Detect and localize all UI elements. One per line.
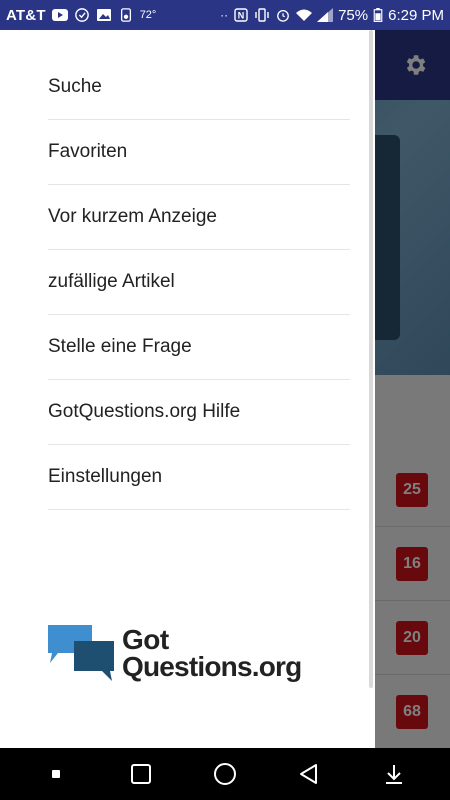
status-bar: AT&T 72° ·· N 75% 6:29 PM [0,0,450,30]
battery-icon [373,8,383,22]
menu-item-search[interactable]: Suche [48,55,350,120]
circle-icon [213,763,236,785]
menu-item-recently-viewed[interactable]: Vor kurzem Anzeige [48,185,350,250]
menu-item-settings[interactable]: Einstellungen [48,445,350,510]
menu-item-ask-question[interactable]: Stelle eine Frage [48,315,350,380]
logo-wordmark: Got Questions.org [122,624,302,682]
dot-icon [52,770,61,778]
battery-percent: 75% [338,6,369,24]
nfc-icon: N [234,8,248,22]
system-nav-bar [0,748,450,800]
youtube-icon [51,9,68,21]
clock-time: 6:29 PM [388,6,444,24]
alarm-icon [277,9,289,22]
status-left: AT&T 72° [6,7,156,24]
back-button[interactable] [289,754,329,794]
triangle-back-icon [300,764,318,784]
menu-item-random-articles[interactable]: zufällige Artikel [48,250,350,315]
drawer-menu: Suche Favoriten Vor kurzem Anzeige zufäl… [48,55,350,510]
svg-text:N: N [238,11,245,21]
status-right: ·· N 75% 6:29 PM [220,7,444,24]
wifi-icon [296,9,313,21]
menu-item-favorites[interactable]: Favoriten [48,120,350,185]
speaker-icon [120,8,131,22]
recents-button[interactable] [121,754,161,794]
dots-icon: ·· [220,8,229,22]
signal-icon [317,8,334,22]
image-icon [96,9,111,21]
square-icon [130,764,151,784]
drawer-scrollbar[interactable] [369,30,373,688]
home-button[interactable] [205,754,245,794]
speech-bubbles-icon [48,625,114,681]
gotquestions-logo: Got Questions.org [48,618,338,688]
logo-line2: Questions.org [122,651,302,682]
hide-keyboard-button[interactable] [374,754,414,794]
navigation-drawer: Suche Favoriten Vor kurzem Anzeige zufäl… [0,30,375,748]
menu-item-help[interactable]: GotQuestions.org Hilfe [48,380,350,445]
carrier-label: AT&T [6,6,46,24]
temperature-label: 72° [139,9,157,21]
arrow-down-icon [385,765,402,784]
dot-button[interactable] [36,754,76,794]
timer-icon [74,8,89,22]
vibrate-icon [255,8,269,22]
logo-line1: Got [122,624,169,655]
